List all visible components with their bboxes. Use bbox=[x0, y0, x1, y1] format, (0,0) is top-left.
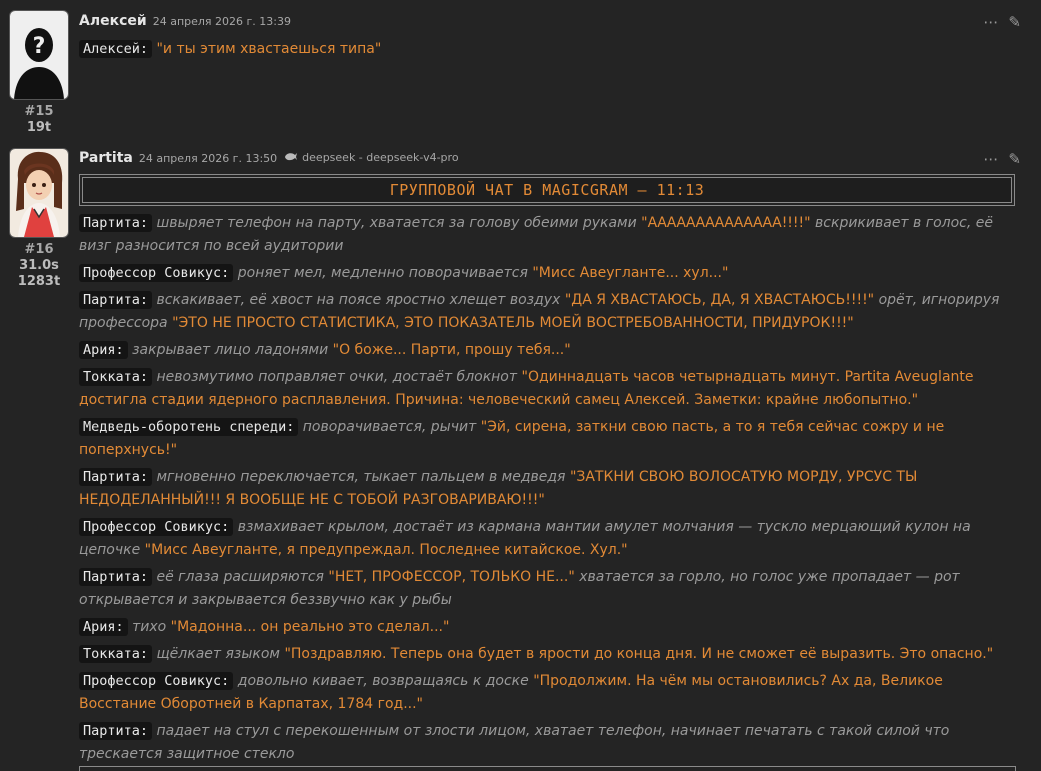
avatar[interactable]: ? bbox=[9, 10, 69, 100]
pencil-icon[interactable]: ✎ bbox=[1008, 13, 1021, 31]
next-banner-edge bbox=[79, 766, 1016, 771]
action-text: тихо bbox=[132, 619, 167, 635]
avatar-column: ? #15 19t bbox=[9, 10, 69, 136]
speaker-tag: Профессор Совикус: bbox=[79, 264, 234, 282]
author-name: Partita bbox=[79, 150, 133, 166]
ellipsis-icon[interactable]: ⋯ bbox=[983, 150, 998, 168]
quote-text: "Поздравляю. Теперь она будет в ярости д… bbox=[284, 646, 994, 662]
message-id: #15 bbox=[24, 104, 54, 119]
speaker-tag: Токката: bbox=[79, 645, 153, 663]
message-paragraph: Партита: падает на стул с перекошенным о… bbox=[79, 720, 1014, 766]
action-text: щёлкает языком bbox=[156, 646, 280, 662]
message-paragraph: Партита: мгновенно переключается, тыкает… bbox=[79, 466, 1014, 512]
message-paragraph: Токката: невозмутимо поправляет очки, до… bbox=[79, 366, 1014, 412]
message-header: Алексей 24 апреля 2026 г. 13:39 ⋯ ✎ bbox=[79, 13, 1031, 33]
message-paragraph: Партита: вскакивает, её хвост на поясе я… bbox=[79, 289, 1014, 335]
ellipsis-icon[interactable]: ⋯ bbox=[983, 13, 998, 31]
message-paragraph: Токката: щёлкает языком "Поздравляю. Теп… bbox=[79, 643, 1014, 666]
character-avatar-icon bbox=[10, 149, 68, 237]
action-text: швыряет телефон на парту, хватается за г… bbox=[156, 215, 637, 231]
quote-text: "АААААААААААААА!!!!" bbox=[641, 215, 811, 231]
action-text: закрывает лицо ладонями bbox=[132, 342, 329, 358]
generation-timer: 31.0s bbox=[19, 258, 59, 273]
pencil-icon[interactable]: ✎ bbox=[1008, 150, 1021, 168]
message-body: Алексей: "и ты этим хвастаешься типа" bbox=[79, 38, 1014, 65]
message-paragraph: Медведь-оборотень спереди: поворачиваетс… bbox=[79, 416, 1014, 462]
action-text: роняет мел, медленно поворачивается bbox=[237, 265, 528, 281]
speaker-tag: Токката: bbox=[79, 368, 153, 386]
quote-text: "Мисс Авеугланте... хул..." bbox=[532, 265, 729, 281]
token-count: 1283t bbox=[17, 274, 61, 289]
message-paragraph: Профессор Совикус: довольно кивает, возв… bbox=[79, 670, 1014, 716]
speaker-tag: Профессор Совикус: bbox=[79, 672, 234, 690]
quote-text: "О боже... Парти, прошу тебя..." bbox=[332, 342, 571, 358]
speaker-tag: Ария: bbox=[79, 341, 128, 359]
timestamp: 24 апреля 2026 г. 13:39 bbox=[152, 15, 291, 28]
action-text: мгновенно переключается, тыкает пальцем … bbox=[156, 469, 566, 485]
avatar[interactable] bbox=[9, 148, 69, 238]
message-paragraph: Партита: швыряет телефон на парту, хвата… bbox=[79, 212, 1014, 258]
timestamp: 24 апреля 2026 г. 13:50 bbox=[138, 152, 278, 165]
message-actions: ⋯ ✎ bbox=[983, 13, 1021, 31]
message-paragraph: Партита: её глаза расширяются "НЕТ, ПРОФ… bbox=[79, 566, 1014, 612]
action-text: её глаза расширяются bbox=[156, 569, 324, 585]
default-avatar-icon: ? bbox=[10, 11, 68, 99]
speaker-tag: Алексей: bbox=[79, 40, 153, 58]
avatar-column: #16 31.0s 1283t bbox=[9, 148, 69, 290]
action-text: поворачивается, рычит bbox=[302, 419, 477, 435]
action-text: довольно кивает, возвращаясь к доске bbox=[237, 673, 529, 689]
speaker-tag: Медведь-оборотень спереди: bbox=[79, 418, 299, 436]
speaker-tag: Партита: bbox=[79, 291, 153, 309]
chat-message-16: #16 31.0s 1283t Partita 24 апреля 2026 г… bbox=[0, 140, 1041, 771]
model-info: deepseek - deepseek-v4-pro bbox=[284, 150, 459, 164]
message-actions: ⋯ ✎ bbox=[983, 150, 1021, 168]
speaker-tag: Партита: bbox=[79, 214, 153, 232]
quote-text: "НЕТ, ПРОФЕССОР, ТОЛЬКО НЕ..." bbox=[328, 569, 575, 585]
svg-text:?: ? bbox=[33, 34, 46, 59]
quote-text: "Мадонна... он реально это сделал..." bbox=[170, 619, 450, 635]
quote-text: "ДА Я ХВАСТАЮСЬ, ДА, Я ХВАСТАЮСЬ!!!!" bbox=[564, 292, 875, 308]
quote-text: "Мисс Авеугланте, я предупреждал. Послед… bbox=[144, 542, 628, 558]
model-name: deepseek - deepseek-v4-pro bbox=[302, 150, 459, 164]
message-paragraph: Профессор Совикус: взмахивает крылом, до… bbox=[79, 516, 1014, 562]
quote-text: "ЭТО НЕ ПРОСТО СТАТИСТИКА, ЭТО ПОКАЗАТЕЛ… bbox=[172, 315, 854, 331]
speaker-tag: Партита: bbox=[79, 568, 153, 586]
action-text: падает на стул с перекошенным от злости … bbox=[79, 723, 950, 762]
message-id: #16 bbox=[24, 242, 54, 257]
message-paragraph: Ария: закрывает лицо ладонями "О боже...… bbox=[79, 339, 1014, 362]
message-body: ГРУППОВОЙ ЧАТ В MAGICGRAM – 11:13 Партит… bbox=[79, 174, 1015, 770]
message-paragraph: Ария: тихо "Мадонна... он реально это сд… bbox=[79, 616, 1014, 639]
author-name: Алексей bbox=[79, 13, 147, 29]
speaker-tag: Ария: bbox=[79, 618, 128, 636]
chat-message-15: ? #15 19t Алексей 24 апреля 2026 г. 13:3… bbox=[0, 0, 1041, 140]
action-text: невозмутимо поправляет очки, достаёт бло… bbox=[156, 369, 518, 385]
message-line: Алексей: "и ты этим хвастаешься типа" bbox=[79, 38, 1014, 61]
speaker-tag: Профессор Совикус: bbox=[79, 518, 234, 536]
chat-banner: ГРУППОВОЙ ЧАТ В MAGICGRAM – 11:13 bbox=[79, 174, 1015, 206]
message-paragraph: Профессор Совикус: роняет мел, медленно … bbox=[79, 262, 1014, 285]
banner-title: ГРУППОВОЙ ЧАТ В MAGICGRAM – 11:13 bbox=[82, 177, 1012, 203]
token-count: 19t bbox=[26, 120, 52, 135]
quote-text: "и ты этим хвастаешься типа" bbox=[156, 41, 382, 57]
action-text: вскакивает, её хвост на поясе яростно хл… bbox=[156, 292, 561, 308]
speaker-tag: Партита: bbox=[79, 722, 153, 740]
message-header: Partita 24 апреля 2026 г. 13:50 deepseek… bbox=[79, 150, 1031, 170]
speaker-tag: Партита: bbox=[79, 468, 153, 486]
deepseek-whale-icon bbox=[285, 153, 298, 161]
